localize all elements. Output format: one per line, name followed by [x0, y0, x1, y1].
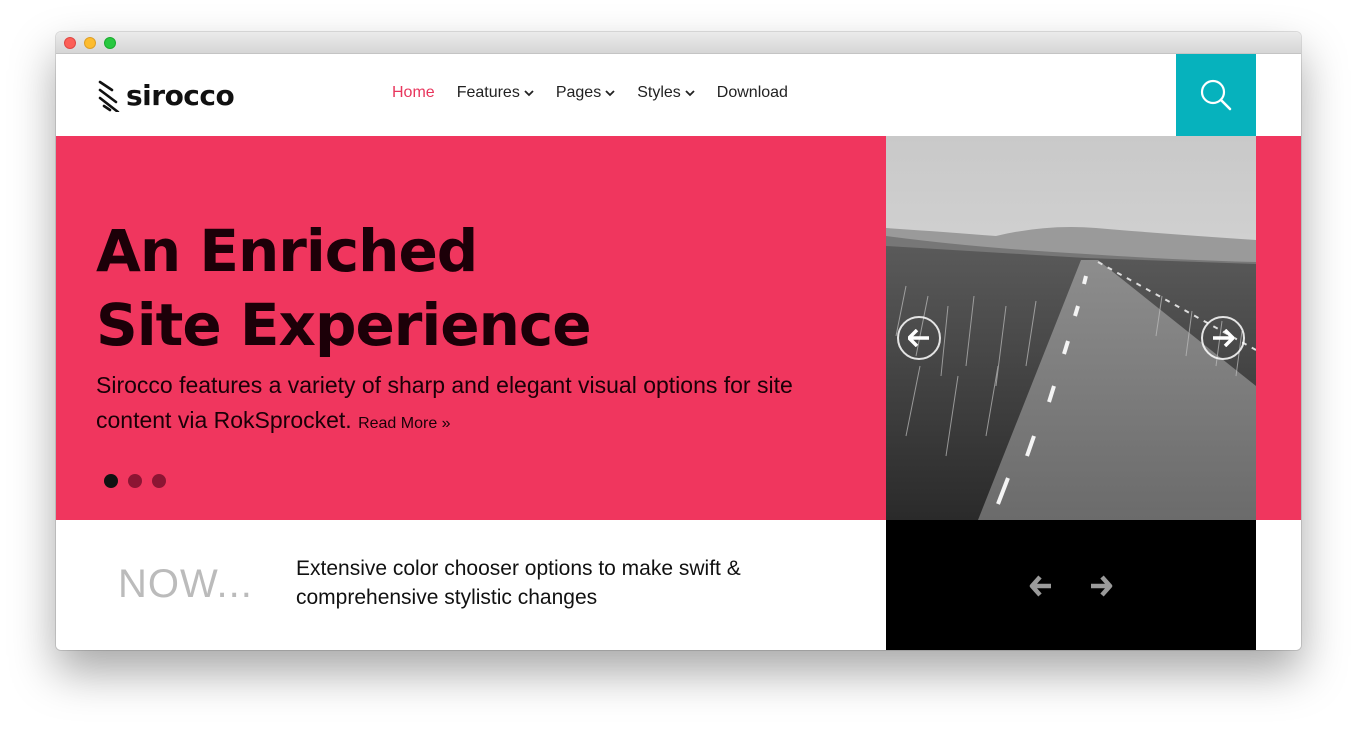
- nav-item-features[interactable]: Features: [457, 84, 534, 102]
- logo-icon: [98, 80, 120, 112]
- site-logo[interactable]: sirocco: [98, 76, 235, 114]
- maximize-window-button[interactable]: [104, 37, 116, 49]
- search-button[interactable]: [1176, 54, 1256, 136]
- window-titlebar: [56, 32, 1301, 54]
- slider-controls-panel: [886, 520, 1256, 650]
- now-label: NOW...: [118, 562, 253, 606]
- slider-next-button[interactable]: [1201, 316, 1245, 360]
- nav-item-label: Features: [456, 84, 520, 101]
- arrow-right-icon[interactable]: [1089, 574, 1113, 598]
- hero-title-line-1: An Enriched: [96, 217, 478, 285]
- main-nav: Home Features Pages Styles Download: [392, 84, 810, 102]
- hero-section: An Enriched Site Experience Sirocco feat…: [56, 136, 1301, 520]
- close-window-button[interactable]: [64, 37, 76, 49]
- stage: sirocco Home Features Pages Styles Download …: [0, 0, 1357, 730]
- slide-dot-3[interactable]: [152, 474, 166, 488]
- slide-dot-1[interactable]: [104, 474, 118, 488]
- slide-dot-2[interactable]: [128, 474, 142, 488]
- chevron-down-icon: [524, 89, 534, 96]
- read-more-link[interactable]: Read More »: [358, 415, 451, 432]
- chevron-down-icon: [605, 89, 615, 96]
- nav-item-label: Download: [716, 84, 788, 101]
- nav-item-download[interactable]: Download: [717, 84, 788, 102]
- slider-prev-button[interactable]: [897, 316, 941, 360]
- nav-item-label: Styles: [637, 84, 681, 101]
- now-section: NOW... Extensive color chooser options t…: [56, 520, 1301, 650]
- hero-description: Sirocco features a variety of sharp and …: [96, 368, 836, 441]
- arrow-left-icon: [908, 329, 929, 347]
- site-header: sirocco Home Features Pages Styles Download: [56, 54, 1301, 136]
- slide-pagination: [104, 474, 176, 488]
- arrow-right-icon: [1213, 329, 1234, 347]
- chevron-down-icon: [685, 89, 695, 96]
- now-text: Extensive color chooser options to make …: [296, 557, 741, 609]
- minimize-window-button[interactable]: [84, 37, 96, 49]
- nav-item-pages[interactable]: Pages: [556, 84, 615, 102]
- road-landscape-image: [886, 136, 1256, 520]
- arrow-left-icon[interactable]: [1029, 574, 1053, 598]
- hero-title: An Enriched Site Experience: [96, 214, 856, 362]
- image-slider: [886, 136, 1256, 520]
- nav-item-styles[interactable]: Styles: [637, 84, 695, 102]
- logo-text: sirocco: [126, 78, 235, 112]
- nav-item-label: Pages: [555, 84, 602, 101]
- nav-item-home[interactable]: Home: [392, 84, 435, 102]
- hero-title-line-2: Site Experience: [96, 291, 592, 359]
- browser-window: sirocco Home Features Pages Styles Download …: [56, 32, 1301, 650]
- nav-item-label: Home: [392, 84, 435, 101]
- website: sirocco Home Features Pages Styles Download …: [56, 54, 1301, 650]
- search-icon: [1200, 79, 1232, 111]
